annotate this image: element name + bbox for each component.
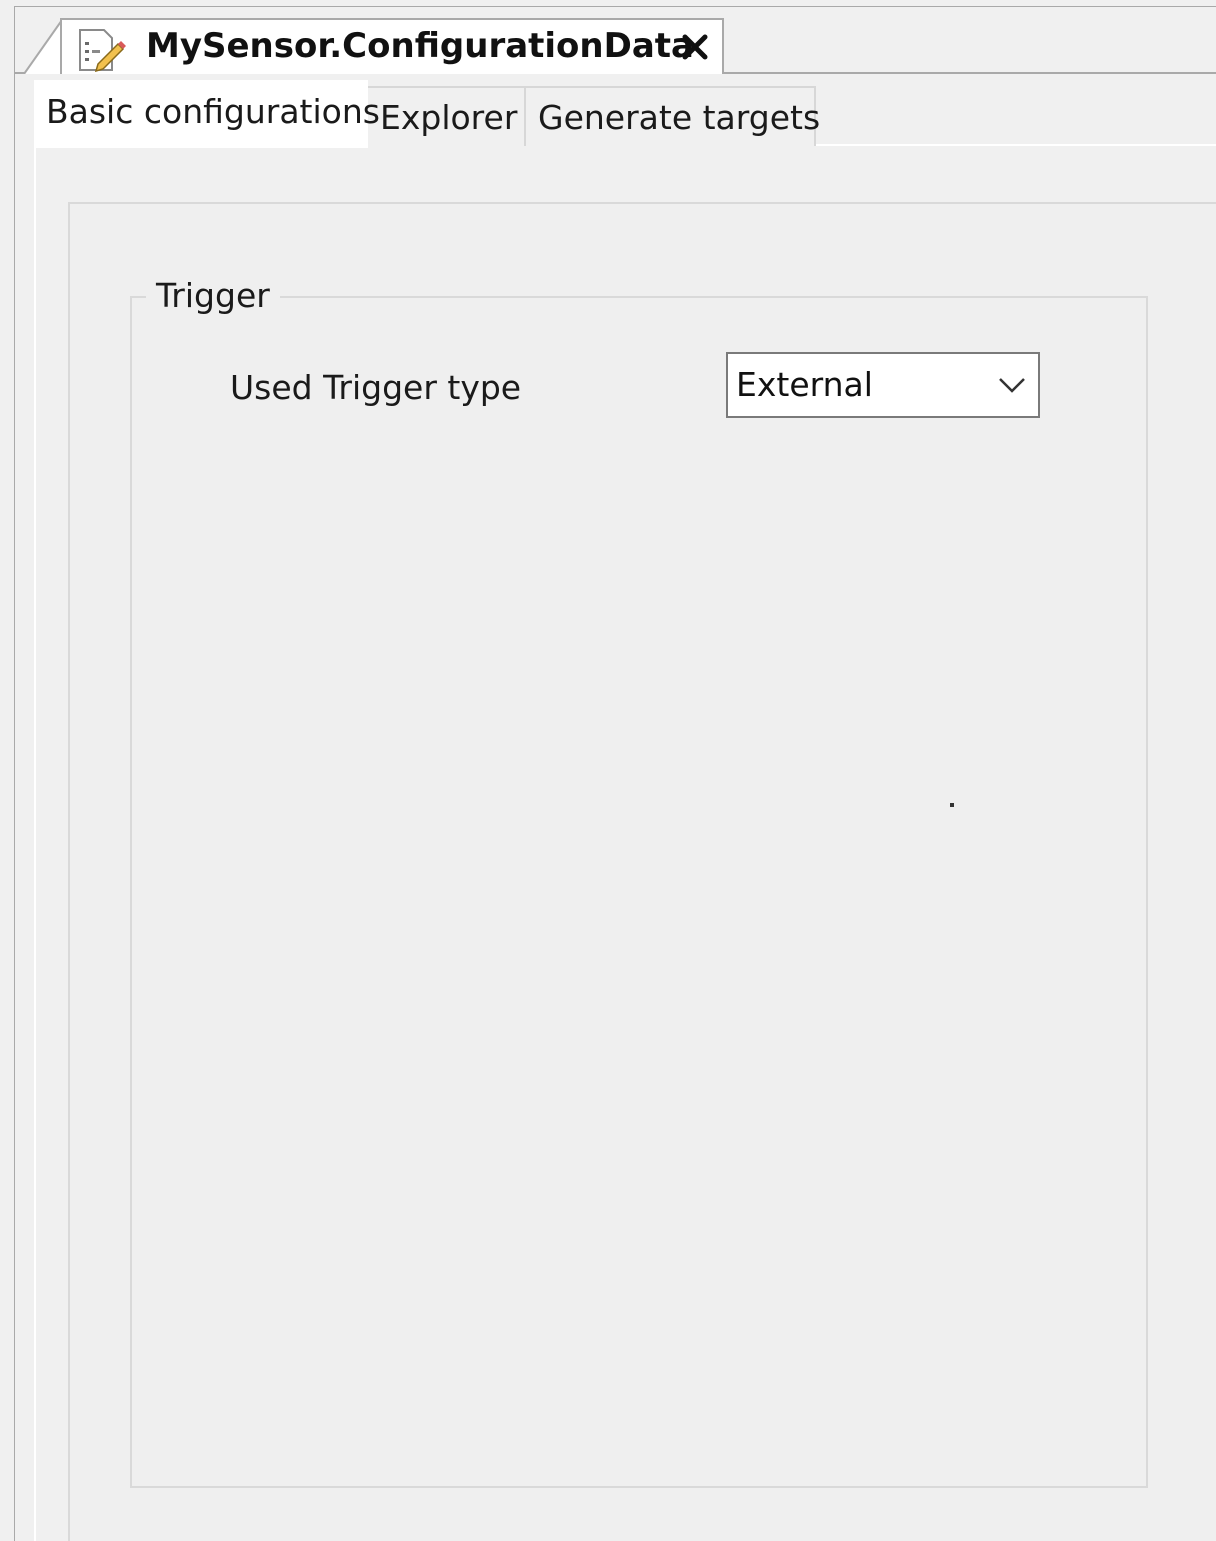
config-document-icon <box>79 29 126 72</box>
used-trigger-type-label: Used Trigger type <box>230 368 522 407</box>
trigger-type-dropdown[interactable]: External <box>726 352 1040 418</box>
editor-window: MySensor.ConfigurationData Basic configu… <box>0 0 1216 1541</box>
tab-generate-targets[interactable]: Generate targets <box>524 86 820 146</box>
editor-top-border <box>14 6 1216 7</box>
trigger-group-legend: Trigger <box>146 274 280 318</box>
cursor-speck <box>950 803 954 807</box>
tab-explorer[interactable]: Explorer <box>366 86 526 146</box>
editor-left-border <box>14 6 15 1541</box>
chevron-down-icon <box>999 378 1025 393</box>
tab-basic-configurations[interactable]: Basic configurations <box>34 80 380 148</box>
trigger-groupbox <box>130 296 1148 1488</box>
document-title[interactable]: MySensor.ConfigurationData <box>146 22 694 70</box>
document-tab-slant <box>24 18 64 74</box>
close-icon[interactable] <box>678 30 712 64</box>
trigger-type-selected-value: External <box>736 365 873 404</box>
